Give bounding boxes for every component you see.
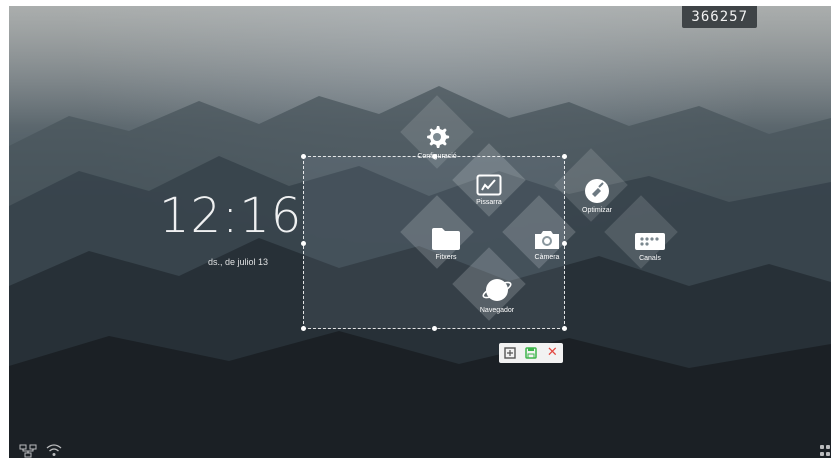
gear-icon [427, 126, 450, 148]
screenshot-toolbar: ✕ [499, 343, 563, 363]
apps-grid-icon[interactable] [820, 445, 831, 458]
resize-handle-bottom-left[interactable] [301, 326, 306, 331]
resize-handle-left[interactable] [301, 241, 306, 246]
desktop-background: 366257 12:16 ds., de juliol 13 Configura… [9, 6, 831, 458]
app-label: Canals [639, 255, 661, 262]
save-icon [525, 347, 537, 359]
whiteboard-icon [476, 174, 502, 196]
resize-handle-bottom-right[interactable] [562, 326, 567, 331]
app-pissarra[interactable]: Pissarra [454, 174, 524, 206]
camera-icon [535, 231, 559, 249]
close-icon: ✕ [546, 345, 558, 360]
fullscreen-capture-button[interactable] [503, 346, 517, 360]
app-label: Configuració [417, 153, 457, 160]
folder-icon [432, 228, 460, 250]
app-label: Càmera [534, 254, 560, 261]
close-button[interactable]: ✕ [545, 346, 559, 360]
display-code-badge: 366257 [682, 6, 757, 28]
clock-date: ds., de juliol 13 [208, 257, 269, 267]
resize-handle-top-right[interactable] [562, 154, 567, 159]
channels-icon [635, 233, 665, 250]
app-optimizar[interactable]: Optimizar [562, 178, 632, 214]
wifi-icon [46, 444, 62, 456]
resize-handle-top-left[interactable] [301, 154, 306, 159]
broom-icon [585, 179, 609, 203]
browser-globe-icon [482, 279, 512, 301]
screen: 366257 12:16 ds., de juliol 13 Configura… [0, 0, 839, 463]
app-camera[interactable]: Càmera [512, 229, 582, 261]
fullscreen-icon [503, 347, 516, 359]
resize-handle-bottom[interactable] [432, 326, 437, 331]
app-label: Pissarra [476, 199, 502, 206]
app-configuracio[interactable]: Configuració [402, 124, 472, 160]
save-button[interactable] [524, 346, 538, 360]
app-label: Navegador [479, 307, 515, 314]
app-navegador[interactable]: Navegador [462, 276, 532, 314]
app-label: Fitxers [435, 254, 457, 261]
app-fitxers[interactable]: Fitxers [411, 227, 481, 261]
app-label: Optimizar [582, 207, 612, 214]
clock-time: 12:16 [159, 188, 303, 244]
network-icon [19, 444, 37, 458]
app-canals[interactable]: Canals [615, 230, 685, 262]
